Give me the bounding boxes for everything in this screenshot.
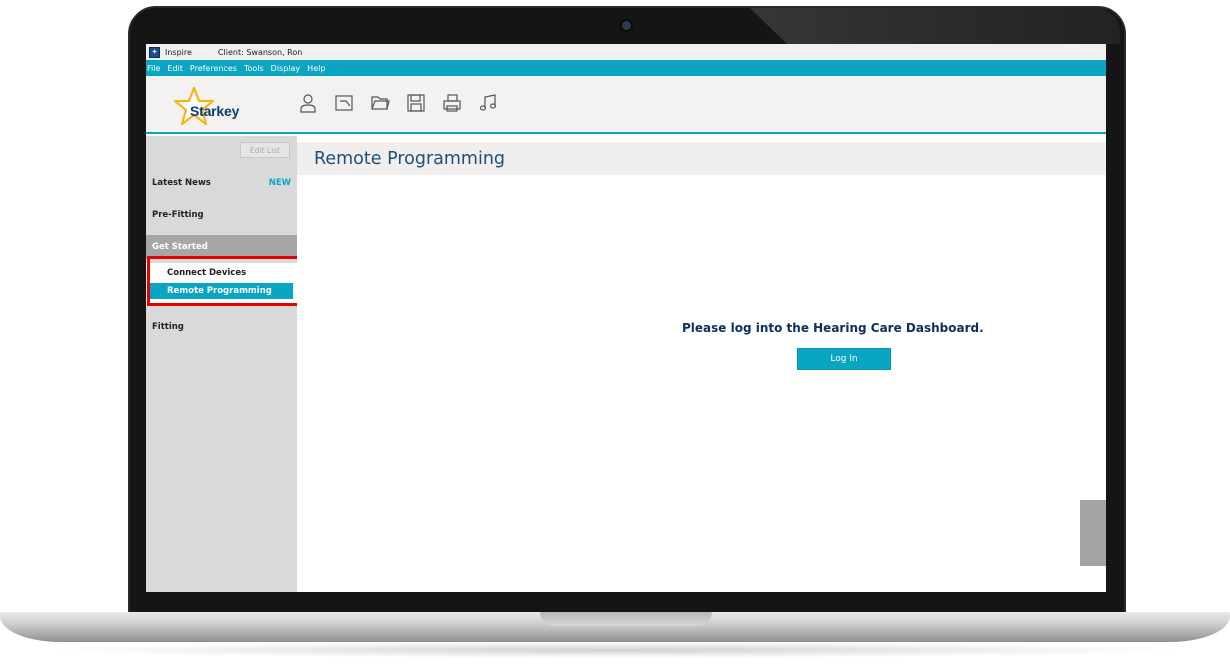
window-titlebar: ✦ Inspire Client: Swanson, Ron — [146, 44, 1106, 60]
sidebar: Edit List Latest News NEW Pre-Fitting Ge… — [146, 136, 300, 592]
sidebar-item-fitting[interactable]: Fitting — [146, 316, 297, 338]
sidebar-item-remote-programming[interactable]: Remote Programming — [150, 283, 293, 299]
menu-edit[interactable]: Edit — [167, 64, 183, 73]
print-icon[interactable] — [442, 93, 462, 113]
sidebar-item-latest-news[interactable]: Latest News NEW — [146, 172, 297, 194]
laptop-shadow — [40, 642, 1190, 658]
menu-bar: File Edit Preferences Tools Display Help — [146, 60, 1106, 76]
app-name: Inspire — [165, 47, 192, 57]
sidebar-item-label: Connect Devices — [167, 268, 247, 278]
get-started-subgroup: Connect Devices Remote Programming — [146, 263, 297, 305]
sidebar-item-label: Get Started — [152, 242, 208, 252]
sidebar-item-label: Latest News — [152, 178, 211, 188]
screen: ✦ Inspire Client: Swanson, Ron File Edit… — [146, 44, 1106, 592]
folder-icon[interactable] — [370, 93, 390, 113]
menu-file[interactable]: File — [147, 64, 160, 73]
main-content: Please log into the Hearing Care Dashboa… — [297, 175, 1106, 592]
toolbar: Starkey — [146, 76, 1106, 134]
sidebar-item-get-started[interactable]: Get Started — [146, 235, 297, 259]
sidebar-item-label: Pre-Fitting — [152, 210, 204, 220]
sidebar-item-connect-devices[interactable]: Connect Devices — [150, 265, 293, 281]
starkey-logo: Starkey — [174, 86, 264, 126]
menu-help[interactable]: Help — [307, 64, 325, 73]
chart-icon[interactable] — [334, 93, 354, 113]
webcam-icon — [622, 21, 631, 30]
new-badge: NEW — [268, 178, 291, 188]
music-icon[interactable] — [478, 93, 498, 113]
login-button[interactable]: Log In — [797, 348, 891, 370]
laptop-notch — [540, 612, 712, 626]
menu-display[interactable]: Display — [271, 64, 301, 73]
logo-text: Starkey — [190, 103, 240, 119]
menu-preferences[interactable]: Preferences — [190, 64, 237, 73]
sidebar-item-pre-fitting[interactable]: Pre-Fitting — [146, 204, 297, 226]
save-icon[interactable] — [406, 93, 426, 113]
page-title: Remote Programming — [297, 142, 1106, 175]
menu-tools[interactable]: Tools — [244, 64, 264, 73]
edit-list-button[interactable]: Edit List — [240, 142, 290, 158]
app-icon: ✦ — [149, 46, 160, 58]
client-name: Client: Swanson, Ron — [217, 47, 303, 57]
person-icon[interactable] — [298, 93, 318, 113]
lid-glare — [750, 8, 1120, 44]
sidebar-item-label: Remote Programming — [167, 286, 272, 296]
scrollbar-thumb[interactable] — [1080, 500, 1106, 566]
sidebar-item-label: Fitting — [152, 322, 184, 332]
login-prompt: Please log into the Hearing Care Dashboa… — [682, 321, 984, 335]
